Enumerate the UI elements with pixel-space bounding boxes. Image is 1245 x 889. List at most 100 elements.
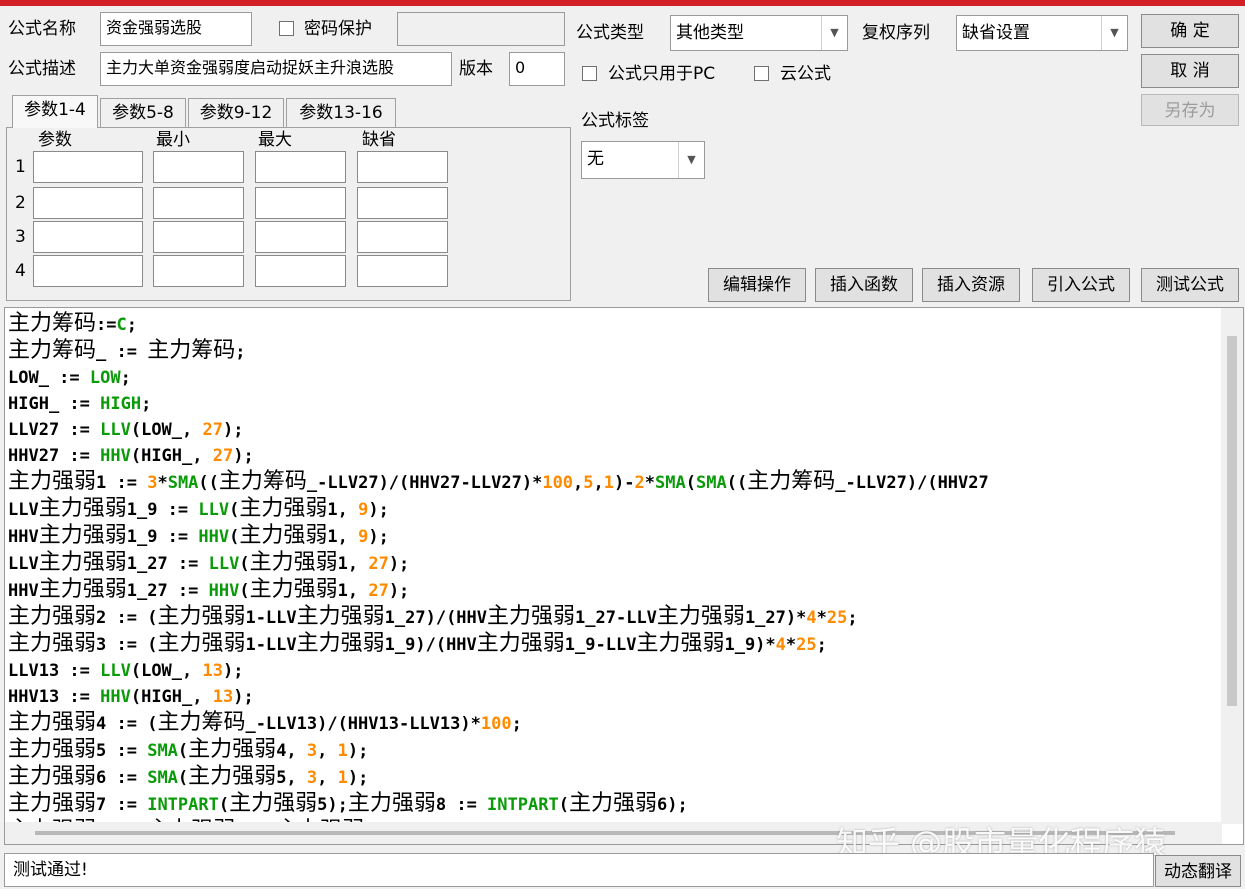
code-line[interactable]: LLV主力强弱1_27 := LLV(主力强弱1, 27); bbox=[8, 550, 1222, 577]
pc-only-checkbox[interactable] bbox=[582, 66, 597, 81]
code-function: HHV bbox=[198, 527, 230, 547]
cloud-formula-checkbox[interactable] bbox=[754, 66, 769, 81]
code-line[interactable]: 主力强弱6 := SMA(主力强弱5, 3, 1); bbox=[8, 764, 1222, 791]
test-formula-button[interactable]: 测试公式 bbox=[1141, 268, 1239, 302]
tab-params-5-8[interactable]: 参数5-8 bbox=[100, 98, 186, 128]
code-line[interactable]: HHV主力强弱1_9 := HHV(主力强弱1, 9); bbox=[8, 523, 1222, 550]
dynamic-translate-button[interactable]: 动态翻译 bbox=[1155, 855, 1241, 887]
formula-tag-select[interactable]: 无 ▼ bbox=[581, 141, 705, 179]
vertical-scroll-thumb[interactable] bbox=[1227, 336, 1237, 706]
code-line[interactable]: HHV13 := HHV(HIGH_, 13); bbox=[8, 684, 1222, 710]
code-line[interactable]: 主力强弱7 := INTPART(主力强弱5);主力强弱8 := INTPART… bbox=[8, 791, 1222, 818]
vertical-scrollbar[interactable] bbox=[1221, 308, 1243, 824]
code-function: SMA bbox=[147, 768, 178, 788]
cancel-button[interactable]: 取 消 bbox=[1141, 54, 1239, 88]
code-token: 2 := ( bbox=[96, 608, 158, 628]
code-token: 1_9 := bbox=[126, 500, 199, 520]
code-line[interactable]: HIGH_ := HIGH; bbox=[8, 391, 1222, 417]
code-number: 2 bbox=[634, 473, 645, 493]
code-token: * bbox=[816, 608, 827, 628]
code-token: HIGH_ := bbox=[8, 394, 101, 414]
code-token: LLV27 := bbox=[8, 420, 101, 440]
insert-resource-button[interactable]: 插入资源 bbox=[922, 268, 1020, 302]
code-token: (HIGH_, bbox=[130, 687, 213, 707]
code-line[interactable]: LOW_ := LOW; bbox=[8, 365, 1222, 391]
code-token: ( bbox=[685, 473, 696, 493]
code-token: HHV bbox=[8, 527, 39, 547]
param-1-max-input[interactable] bbox=[255, 151, 346, 183]
code-line[interactable]: LLV13 := LLV(LOW_, 13); bbox=[8, 658, 1222, 684]
code-token: ; bbox=[847, 608, 858, 628]
code-token: )- bbox=[614, 473, 635, 493]
code-line[interactable]: 主力筹码:=C; bbox=[8, 311, 1222, 338]
code-token: 主力强弱 bbox=[8, 764, 97, 789]
param-2-max-input[interactable] bbox=[255, 187, 346, 219]
tab-params-9-12[interactable]: 参数9-12 bbox=[188, 98, 284, 128]
code-token: , bbox=[317, 741, 338, 761]
formula-tag-label: 公式标签 bbox=[581, 111, 649, 131]
code-token: 1_9)/(HHV bbox=[384, 635, 477, 655]
code-token: 主力强弱 bbox=[188, 764, 277, 789]
code-number: 27 bbox=[368, 581, 389, 601]
adjust-series-select[interactable]: 缺省设置 ▼ bbox=[956, 15, 1128, 51]
chevron-down-icon[interactable]: ▼ bbox=[678, 142, 704, 178]
code-line[interactable]: 主力强弱2 := (主力强弱1-LLV主力强弱1_27)/(HHV主力强弱1_2… bbox=[8, 604, 1222, 631]
edit-operation-button[interactable]: 编辑操作 bbox=[708, 268, 806, 302]
code-line[interactable]: HHV27 := HHV(HIGH_, 27); bbox=[8, 443, 1222, 469]
code-token: ( bbox=[177, 768, 189, 788]
code-line[interactable]: HHV主力强弱1_27 := HHV(主力强弱1, 27); bbox=[8, 577, 1222, 604]
ok-button[interactable]: 确 定 bbox=[1141, 14, 1239, 48]
param-1-min-input[interactable] bbox=[153, 151, 244, 183]
password-input[interactable] bbox=[397, 12, 565, 46]
code-text[interactable]: 主力筹码:=C; 主力筹码_ := 主力筹码; LOW_ := LOW; HIGH_ … bbox=[8, 311, 1222, 844]
code-token: 主力强弱 bbox=[8, 631, 97, 656]
code-line[interactable]: 主力筹码_ := 主力筹码; bbox=[8, 338, 1222, 365]
status-message: 测试通过! bbox=[4, 853, 1154, 887]
param-3-min-input[interactable] bbox=[153, 221, 244, 253]
import-formula-button[interactable]: 引入公式 bbox=[1032, 268, 1130, 302]
insert-function-button[interactable]: 插入函数 bbox=[815, 268, 913, 302]
code-token: ( bbox=[558, 795, 569, 815]
code-token: * bbox=[157, 473, 168, 493]
password-protect-checkbox[interactable] bbox=[279, 21, 294, 36]
code-function: HIGH bbox=[100, 394, 142, 414]
formula-name-input[interactable]: 资金强弱选股 bbox=[100, 12, 252, 46]
param-3-name-input[interactable] bbox=[33, 221, 143, 253]
param-2-name-input[interactable] bbox=[33, 187, 143, 219]
code-token: 主力强弱 bbox=[188, 737, 277, 762]
formula-desc-input[interactable]: 主力大单资金强弱度启动捉妖主升浪选股 bbox=[100, 52, 452, 86]
tab-params-1-4[interactable]: 参数1-4 bbox=[12, 95, 98, 128]
chevron-down-icon[interactable]: ▼ bbox=[1101, 16, 1127, 50]
param-4-name-input[interactable] bbox=[33, 255, 143, 287]
param-3-default-input[interactable] bbox=[357, 221, 448, 253]
param-4-min-input[interactable] bbox=[153, 255, 244, 287]
code-line[interactable]: 主力强弱3 := (主力强弱1-LLV主力强弱1_9)/(HHV主力强弱1_9-… bbox=[8, 631, 1222, 658]
pc-only-label: 公式只用于PC bbox=[608, 64, 716, 84]
formula-name-label: 公式名称 bbox=[8, 19, 76, 39]
code-token: ); bbox=[388, 554, 410, 574]
code-line[interactable]: 主力强弱5 := SMA(主力强弱4, 3, 1); bbox=[8, 737, 1222, 764]
code-line[interactable]: LLV主力强弱1_9 := LLV(主力强弱1, 9); bbox=[8, 496, 1222, 523]
code-token: 主力强弱 bbox=[296, 604, 385, 629]
param-4-default-input[interactable] bbox=[357, 255, 448, 287]
code-number: 1 bbox=[337, 768, 348, 788]
code-number: 27 bbox=[368, 554, 389, 574]
version-input[interactable]: 0 bbox=[509, 52, 565, 86]
param-4-max-input[interactable] bbox=[255, 255, 346, 287]
code-number: 25 bbox=[826, 608, 848, 628]
param-2-min-input[interactable] bbox=[153, 187, 244, 219]
code-token: 主力强弱 bbox=[8, 469, 97, 494]
code-line[interactable]: 主力强弱4 := (主力筹码_-LLV13)/(HHV13-LLV13)*100… bbox=[8, 710, 1222, 737]
formula-type-select[interactable]: 其他类型 ▼ bbox=[670, 15, 848, 51]
save-as-button[interactable]: 另存为 bbox=[1141, 94, 1239, 126]
code-line[interactable]: LLV27 := LLV(LOW_, 27); bbox=[8, 417, 1222, 443]
param-3-max-input[interactable] bbox=[255, 221, 346, 253]
code-line[interactable]: 主力强弱1 := 3*SMA((主力筹码_-LLV27)/(HHV27-LLV2… bbox=[8, 469, 1222, 496]
param-2-default-input[interactable] bbox=[357, 187, 448, 219]
chevron-down-icon[interactable]: ▼ bbox=[821, 16, 847, 50]
code-editor[interactable]: 主力筹码:=C; 主力筹码_ := 主力筹码; LOW_ := LOW; HIGH_ … bbox=[4, 307, 1244, 845]
password-protect-label: 密码保护 bbox=[304, 19, 372, 39]
param-1-default-input[interactable] bbox=[357, 151, 448, 183]
param-1-name-input[interactable] bbox=[33, 151, 143, 183]
tab-params-13-16[interactable]: 参数13-16 bbox=[286, 98, 396, 128]
